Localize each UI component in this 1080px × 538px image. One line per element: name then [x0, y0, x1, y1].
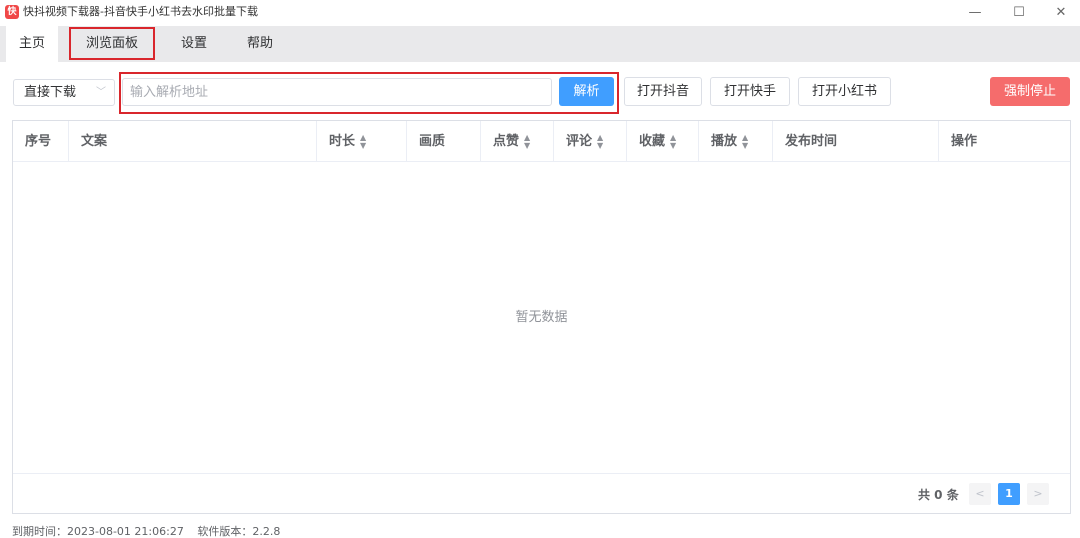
download-mode-value: 直接下载	[24, 85, 77, 100]
column-header[interactable]: 播放 ▲ ▼	[699, 121, 773, 162]
column-header: 序号	[13, 121, 69, 162]
column-header: 发布时间	[773, 121, 939, 162]
open-xiaohongshu-button[interactable]: 打开小红书	[798, 77, 891, 106]
maximize-button[interactable]: ☐	[1004, 4, 1034, 22]
tab-home[interactable]: 主页	[6, 26, 58, 62]
table-header: 序号 文案 时长 ▲ ▼ 画质 点赞 ▲ ▼ 评论 ▲ ▼ 收藏 ▲ ▼ 播放 ▲ ▼ 发布时间 操…	[13, 121, 1070, 162]
software-version: 软件版本：2.2.8	[197, 525, 281, 538]
tab-browse-panel[interactable]: 浏览面板	[70, 26, 154, 62]
app-icon: 快	[5, 5, 19, 19]
sort-icon[interactable]: ▲ ▼	[742, 133, 748, 150]
sort-icon[interactable]: ▲ ▼	[597, 133, 603, 150]
menu-bar: 主页 浏览面板 设置 帮助	[0, 26, 1080, 62]
sort-icon[interactable]: ▲ ▼	[360, 133, 366, 150]
title-bar: 快 快抖视频下载器-抖音快手小红书去水印批量下载 — ☐ ✕	[0, 0, 1080, 26]
video-table: 序号 文案 时长 ▲ ▼ 画质 点赞 ▲ ▼ 评论 ▲ ▼ 收藏 ▲ ▼ 播放 ▲ ▼ 发布时间 操…	[12, 120, 1071, 514]
tab-settings[interactable]: 设置	[170, 26, 218, 62]
column-header: 画质	[407, 121, 481, 162]
status-bar: 到期时间：2023-08-01 21:06:27 软件版本：2.2.8	[12, 526, 290, 538]
empty-state: 暂无数据	[515, 310, 568, 325]
minimize-button[interactable]: —	[960, 4, 990, 22]
chevron-down-icon: ﹀	[96, 87, 106, 98]
column-header: 操作	[951, 134, 978, 149]
column-header[interactable]: 收藏 ▲ ▼	[627, 121, 699, 162]
column-header: 文案	[69, 121, 317, 162]
next-page-button[interactable]: >	[1027, 483, 1049, 505]
column-header[interactable]: 时长 ▲ ▼	[317, 121, 407, 162]
url-input[interactable]	[122, 78, 552, 106]
divider	[13, 473, 1070, 474]
prev-page-button[interactable]: <	[969, 483, 991, 505]
sort-icon[interactable]: ▲ ▼	[670, 133, 676, 150]
close-button[interactable]: ✕	[1046, 4, 1076, 22]
page-number[interactable]: 1	[998, 483, 1020, 505]
open-douyin-button[interactable]: 打开抖音	[624, 77, 702, 106]
column-header[interactable]: 点赞 ▲ ▼	[481, 121, 554, 162]
total-count: 共 0 条	[918, 488, 959, 502]
open-kuaishou-button[interactable]: 打开快手	[710, 77, 790, 106]
column-header[interactable]: 评论 ▲ ▼	[554, 121, 627, 162]
window-title: 快抖视频下载器-抖音快手小红书去水印批量下载	[23, 5, 258, 18]
tab-help[interactable]: 帮助	[236, 26, 284, 62]
sort-icon[interactable]: ▲ ▼	[524, 133, 530, 150]
force-stop-button[interactable]: 强制停止	[990, 77, 1070, 106]
download-mode-select[interactable]: 直接下载 ﹀	[13, 79, 115, 106]
expiry-time: 到期时间：2023-08-01 21:06:27	[12, 525, 184, 538]
parse-button[interactable]: 解析	[559, 77, 614, 106]
